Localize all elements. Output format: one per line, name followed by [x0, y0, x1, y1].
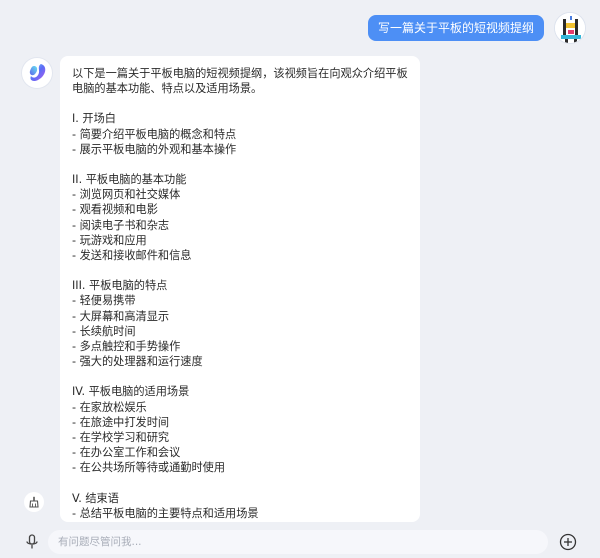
user-message-bubble: 写一篇关于平板的短视频提纲	[367, 15, 544, 41]
section-item: - 浏览网页和社交媒体	[72, 188, 181, 202]
input-bar	[0, 526, 600, 558]
plus-circle-icon	[559, 533, 577, 551]
cartoon-avatar-icon	[555, 13, 585, 43]
assistant-avatar	[22, 58, 52, 88]
section-item: - 强大的处理器和运行速度	[72, 355, 203, 369]
section-item: - 在旅途中打发时间	[72, 415, 170, 429]
gradient-swirl-logo-icon	[29, 64, 46, 82]
clear-chat-button[interactable]	[24, 492, 44, 512]
section-item: - 大屏幕和高清显示	[72, 309, 170, 323]
broom-icon	[29, 496, 39, 508]
outline-section: III. 平板电脑的特点 - 轻便易携带 - 大屏幕和高清显示 - 长续航时间 - 多点…	[72, 278, 408, 369]
section-title: II. 平板电脑的基本功能	[72, 173, 187, 187]
section-item: - 在学校学习和研究	[72, 431, 170, 445]
outline-section: V. 结束语 - 总结平板电脑的主要特点和适用场景	[72, 491, 408, 521]
outline-section: I. 开场白 - 简要介绍平板电脑的概念和特点 - 展示平板电脑的外观和基本操作	[72, 111, 408, 157]
assistant-message-bubble: 以下是一篇关于平板电脑的短视频提纲，该视频旨在向观众介绍平板电脑的基本功能、特点…	[60, 56, 420, 522]
section-item: - 简要介绍平板电脑的概念和特点	[72, 127, 237, 141]
section-item: - 在办公室工作和会议	[72, 446, 181, 460]
section-title: III. 平板电脑的特点	[72, 279, 168, 293]
section-item: - 展示平板电脑的外观和基本操作	[72, 142, 237, 156]
section-title: I. 开场白	[72, 112, 116, 126]
section-item: - 发送和接收邮件和信息	[72, 249, 192, 263]
chat-window: 写一篇关于平板的短视频提纲 以下是一篇关于平板电脑的短视频提纲，该视频旨在向观众…	[0, 0, 600, 558]
section-item: - 在家放松娱乐	[72, 400, 147, 414]
section-item: - 总结平板电脑的主要特点和适用场景	[72, 506, 259, 520]
outline-section: II. 平板电脑的基本功能 - 浏览网页和社交媒体 - 观看视频和电影 - 阅读电子书…	[72, 172, 408, 263]
section-item: - 长续航时间	[72, 324, 136, 338]
chat-input[interactable]	[48, 530, 548, 554]
section-item: - 观看视频和电影	[72, 203, 158, 217]
add-button[interactable]	[558, 532, 578, 552]
section-item: - 玩游戏和应用	[72, 233, 147, 247]
user-avatar[interactable]	[554, 12, 586, 44]
section-title: IV. 平板电脑的适用场景	[72, 385, 190, 399]
section-item: - 轻便易携带	[72, 294, 136, 308]
section-item: - 多点触控和手势操作	[72, 340, 181, 354]
assistant-intro: 以下是一篇关于平板电脑的短视频提纲，该视频旨在向观众介绍平板电脑的基本功能、特点…	[72, 67, 408, 96]
voice-input-button[interactable]	[22, 532, 42, 552]
mic-icon	[26, 534, 38, 549]
section-item: - 阅读电子书和杂志	[72, 218, 170, 232]
user-message-row: 写一篇关于平板的短视频提纲	[367, 12, 586, 44]
section-title: V. 结束语	[72, 491, 119, 505]
section-item: - 在公共场所等待或通勤时使用	[72, 461, 226, 475]
outline-sections: I. 开场白 - 简要介绍平板电脑的概念和特点 - 展示平板电脑的外观和基本操作 II…	[72, 111, 408, 521]
outline-section: IV. 平板电脑的适用场景 - 在家放松娱乐 - 在旅途中打发时间 - 在学校学习和研…	[72, 384, 408, 475]
